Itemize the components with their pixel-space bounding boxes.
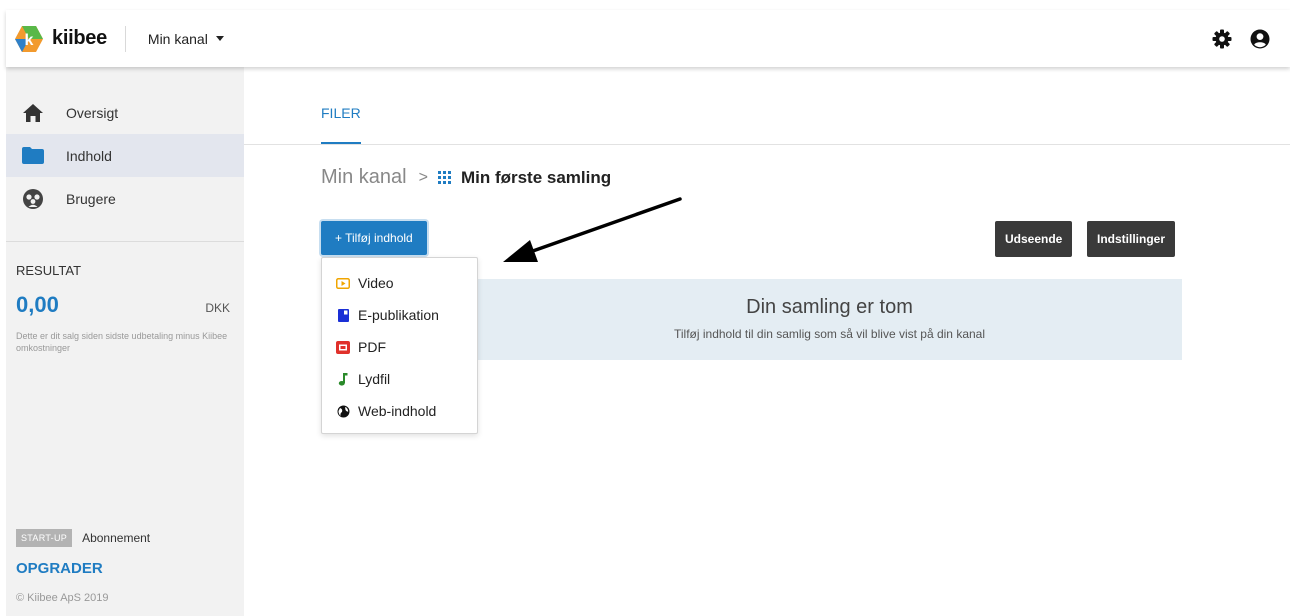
add-content-menu: Video E-publikation PDF Lydfil Web-indho… xyxy=(321,257,478,434)
logo-text: kiibee xyxy=(52,27,107,49)
home-icon xyxy=(21,103,45,123)
upgrade-link[interactable]: OPGRADER xyxy=(16,560,103,577)
sidebar-item-label: Oversigt xyxy=(66,104,119,121)
sidebar-item-brugere[interactable]: Brugere xyxy=(6,177,244,220)
settings-button[interactable]: Indstillinger xyxy=(1087,221,1176,257)
music-note-icon xyxy=(336,372,350,386)
result-title: RESULTAT xyxy=(16,263,82,278)
kiibee-logo[interactable]: k kiibee xyxy=(14,25,107,53)
empty-subtitle: Tilføj indhold til din samlig som så vil… xyxy=(673,327,985,341)
main-content: FILER Min kanal > Min første samling + T… xyxy=(244,67,1290,616)
empty-title: Din samling er tom xyxy=(746,296,913,318)
kiibee-logo-icon: k xyxy=(15,25,43,52)
header-actions xyxy=(1212,29,1270,49)
menu-item-video[interactable]: Video xyxy=(322,267,477,299)
sidebar-item-label: Brugere xyxy=(66,190,116,207)
result-amount: 0,00 xyxy=(16,292,59,317)
subscription-label: Abonnement xyxy=(82,531,151,545)
subscription-badge: START-UP xyxy=(16,529,73,547)
breadcrumb-root[interactable]: Min kanal xyxy=(321,166,407,189)
breadcrumb-current: Min første samling xyxy=(460,167,612,187)
breadcrumb-separator: > xyxy=(418,168,428,186)
header-divider xyxy=(124,25,126,52)
sidebar-item-indhold[interactable]: Indhold xyxy=(6,134,244,177)
pdf-icon xyxy=(336,340,350,354)
menu-item-label: PDF xyxy=(358,339,386,355)
breadcrumb: Min kanal > Min første samling xyxy=(321,166,611,189)
sidebar-item-label: Indhold xyxy=(66,147,112,164)
result-currency: DKK xyxy=(205,301,230,315)
result-note: Dette er dit salg siden sidste udbetalin… xyxy=(16,331,228,353)
gear-icon[interactable] xyxy=(1212,29,1232,49)
result-row: 0,00 DKK xyxy=(16,292,230,318)
video-icon xyxy=(336,277,350,289)
sidebar-item-oversigt[interactable]: Oversigt xyxy=(6,91,244,134)
add-content-button[interactable]: + Tilføj indhold xyxy=(321,221,427,255)
channel-label: Min kanal xyxy=(147,30,208,47)
caret-down-icon xyxy=(215,36,224,41)
menu-item-lydfil[interactable]: Lydfil xyxy=(322,363,477,395)
collection-grid-icon xyxy=(437,171,451,184)
sidebar-divider xyxy=(6,241,244,242)
copyright-text: © Kiibee ApS 2019 xyxy=(16,592,109,604)
folder-icon xyxy=(21,146,45,165)
channel-selector[interactable]: Min kanal xyxy=(148,31,224,47)
menu-item-label: Lydfil xyxy=(358,371,391,387)
tab-bar-divider xyxy=(244,144,1290,145)
user-circle-icon[interactable] xyxy=(1250,29,1270,49)
svg-text:k: k xyxy=(25,32,34,49)
appearance-button[interactable]: Udseende xyxy=(995,221,1073,257)
top-header: k kiibee Min kanal xyxy=(6,10,1290,67)
globe-icon xyxy=(336,405,350,418)
menu-item-label: Video xyxy=(358,275,394,291)
sidebar: Oversigt Indhold Brugere RESULTAT 0,00 D… xyxy=(6,67,244,616)
users-icon xyxy=(21,188,45,210)
menu-item-label: E-publikation xyxy=(358,307,439,323)
tab-filer[interactable]: FILER xyxy=(321,105,361,121)
subscription-row: START-UP Abonnement xyxy=(16,529,150,547)
menu-item-label: Web-indhold xyxy=(358,403,437,419)
menu-item-pdf[interactable]: PDF xyxy=(322,331,477,363)
menu-item-e-publikation[interactable]: E-publikation xyxy=(322,299,477,331)
empty-collection-notice: Din samling er tom Tilføj indhold til di… xyxy=(477,279,1182,360)
sidebar-nav: Oversigt Indhold Brugere xyxy=(6,91,244,220)
book-icon xyxy=(336,308,350,322)
menu-item-web-indhold[interactable]: Web-indhold xyxy=(322,395,477,427)
